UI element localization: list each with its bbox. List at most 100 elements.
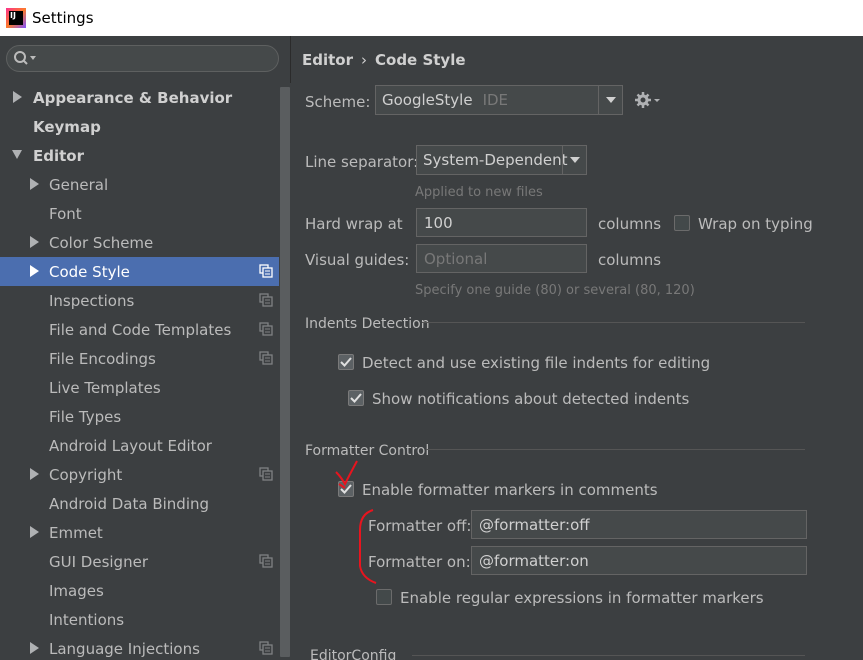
sidebar-item-file-encodings[interactable]: File Encodings (0, 344, 279, 373)
sidebar-item-copyright[interactable]: Copyright (0, 460, 279, 489)
visual-guides-label: Visual guides: (305, 251, 410, 269)
scheme-label: Scheme: (305, 93, 371, 111)
sidebar-item-color-scheme[interactable]: Color Scheme (0, 228, 279, 257)
sidebar-item-label: GUI Designer (49, 552, 148, 571)
breadcrumb-separator: › (361, 51, 367, 69)
gear-icon[interactable] (634, 91, 662, 109)
breadcrumb-editor[interactable]: Editor (302, 51, 353, 69)
enable-formatter-markers-checkbox[interactable] (338, 481, 354, 497)
editorconfig-title: EditorConfig (310, 648, 397, 660)
hard-wrap-unit: columns (598, 215, 662, 233)
sidebar-item-gui-designer[interactable]: GUI Designer (0, 547, 279, 576)
sidebar-item-file-and-code-templates[interactable]: File and Code Templates (0, 315, 279, 344)
window-title: Settings (32, 9, 94, 27)
visual-guides-input[interactable]: Optional (416, 244, 587, 273)
formatter-on-label: Formatter on: (368, 553, 471, 571)
sidebar-item-editor[interactable]: Editor (0, 141, 279, 170)
sidebar-item-general[interactable]: General (0, 170, 279, 199)
scheme-dropdown[interactable]: GoogleStyle IDE (375, 85, 623, 115)
expand-arrow-right-icon[interactable] (29, 236, 39, 248)
sidebar-scrollbar[interactable] (279, 83, 291, 660)
app-logo-icon: IJ (6, 8, 26, 28)
enable-formatter-markers-label[interactable]: Enable formatter markers in comments (362, 481, 658, 499)
search-icon (14, 51, 36, 65)
sidebar-item-label: Android Layout Editor (49, 436, 212, 455)
project-settings-icon (259, 293, 273, 307)
expand-arrow-right-icon[interactable] (29, 265, 39, 277)
detect-indents-checkbox[interactable] (338, 354, 354, 370)
breadcrumb: Editor › Code Style (302, 51, 466, 69)
show-notifications-checkbox[interactable] (348, 390, 364, 406)
line-separator-dropdown[interactable]: System-Dependent (416, 145, 587, 175)
sidebar-item-label: Code Style (49, 262, 130, 281)
enable-regex-checkbox[interactable] (376, 589, 392, 605)
line-separator-hint: Applied to new files (415, 185, 543, 200)
indents-detection-title: Indents Detection (305, 316, 430, 332)
sidebar-item-label: Android Data Binding (49, 494, 210, 513)
project-settings-icon (259, 322, 273, 336)
sidebar-item-android-layout-editor[interactable]: Android Layout Editor (0, 431, 279, 460)
project-settings-icon (259, 641, 273, 655)
hard-wrap-label: Hard wrap at (305, 215, 403, 233)
sidebar-item-emmet[interactable]: Emmet (0, 518, 279, 547)
expand-arrow-right-icon[interactable] (29, 526, 39, 538)
expand-arrow-right-icon[interactable] (29, 468, 39, 480)
sidebar-item-inspections[interactable]: Inspections (0, 286, 279, 315)
project-settings-icon (259, 467, 273, 481)
sidebar-item-android-data-binding[interactable]: Android Data Binding (0, 489, 279, 518)
breadcrumb-code-style: Code Style (375, 51, 466, 69)
wrap-on-typing-label[interactable]: Wrap on typing (698, 215, 813, 233)
section-divider (412, 655, 805, 656)
checkmark-icon (350, 393, 362, 403)
expand-arrow-right-icon[interactable] (29, 642, 39, 654)
title-bar: IJ Settings (0, 0, 863, 36)
settings-tree: Appearance & Behavior Keymap Editor General… (0, 83, 279, 660)
enable-regex-label[interactable]: Enable regular expressions in formatter … (400, 589, 764, 607)
sidebar-item-images[interactable]: Images (0, 576, 279, 605)
sidebar-item-label: File Types (49, 407, 122, 426)
sidebar-item-label: Font (49, 204, 82, 223)
sidebar-item-language-injections[interactable]: Language Injections (0, 634, 279, 660)
sidebar-item-appearance-behavior[interactable]: Appearance & Behavior (0, 83, 279, 112)
expand-arrow-down-icon[interactable] (12, 149, 22, 161)
line-separator-label: Line separator: (305, 153, 419, 171)
sidebar-item-label: Copyright (49, 465, 123, 484)
expand-arrow-right-icon[interactable] (12, 91, 22, 103)
sidebar-item-label: Emmet (49, 523, 103, 542)
line-separator-value: System-Dependent (423, 151, 568, 169)
sidebar-item-label: Keymap (33, 117, 101, 136)
project-settings-icon (259, 264, 273, 278)
sidebar-item-file-types[interactable]: File Types (0, 402, 279, 431)
sidebar-item-label: General (49, 175, 109, 194)
sidebar-item-intentions[interactable]: Intentions (0, 605, 279, 634)
formatter-on-input[interactable]: @formatter:on (471, 546, 807, 575)
section-divider (426, 449, 805, 450)
show-notifications-label[interactable]: Show notifications about detected indent… (372, 390, 689, 408)
formatter-off-input[interactable]: @formatter:off (471, 510, 807, 539)
sidebar-item-label: Live Templates (49, 378, 161, 397)
chevron-down-icon[interactable] (598, 86, 622, 114)
expand-arrow-right-icon[interactable] (29, 178, 39, 190)
chevron-down-icon[interactable] (562, 146, 586, 174)
sidebar-item-label: Language Injections (49, 639, 200, 658)
sidebar-item-label: Images (49, 581, 104, 600)
sidebar-item-live-templates[interactable]: Live Templates (0, 373, 279, 402)
project-settings-icon (259, 351, 273, 365)
scrollbar-thumb[interactable] (280, 87, 290, 657)
hard-wrap-input[interactable]: 100 (416, 208, 587, 237)
sidebar-item-keymap[interactable]: Keymap (0, 112, 279, 141)
sidebar-item-label: File and Code Templates (49, 320, 232, 339)
settings-sidebar: Appearance & Behavior Keymap Editor General… (0, 36, 291, 660)
project-settings-icon (259, 554, 273, 568)
formatter-off-label: Formatter off: (368, 517, 472, 535)
detect-indents-label[interactable]: Detect and use existing file indents for… (362, 354, 710, 372)
code-style-panel: Editor › Code Style Scheme: GoogleStyle ID… (292, 36, 863, 660)
sidebar-item-code-style[interactable]: Code Style (0, 257, 279, 286)
wrap-on-typing-checkbox[interactable] (674, 215, 690, 231)
visual-guides-hint: Specify one guide (80) or several (80, 1… (415, 283, 695, 298)
sidebar-item-label: Intentions (49, 610, 125, 629)
search-input[interactable] (6, 45, 279, 72)
sidebar-item-label: Color Scheme (49, 233, 154, 252)
sidebar-item-label: File Encodings (49, 349, 156, 368)
sidebar-item-font[interactable]: Font (0, 199, 279, 228)
